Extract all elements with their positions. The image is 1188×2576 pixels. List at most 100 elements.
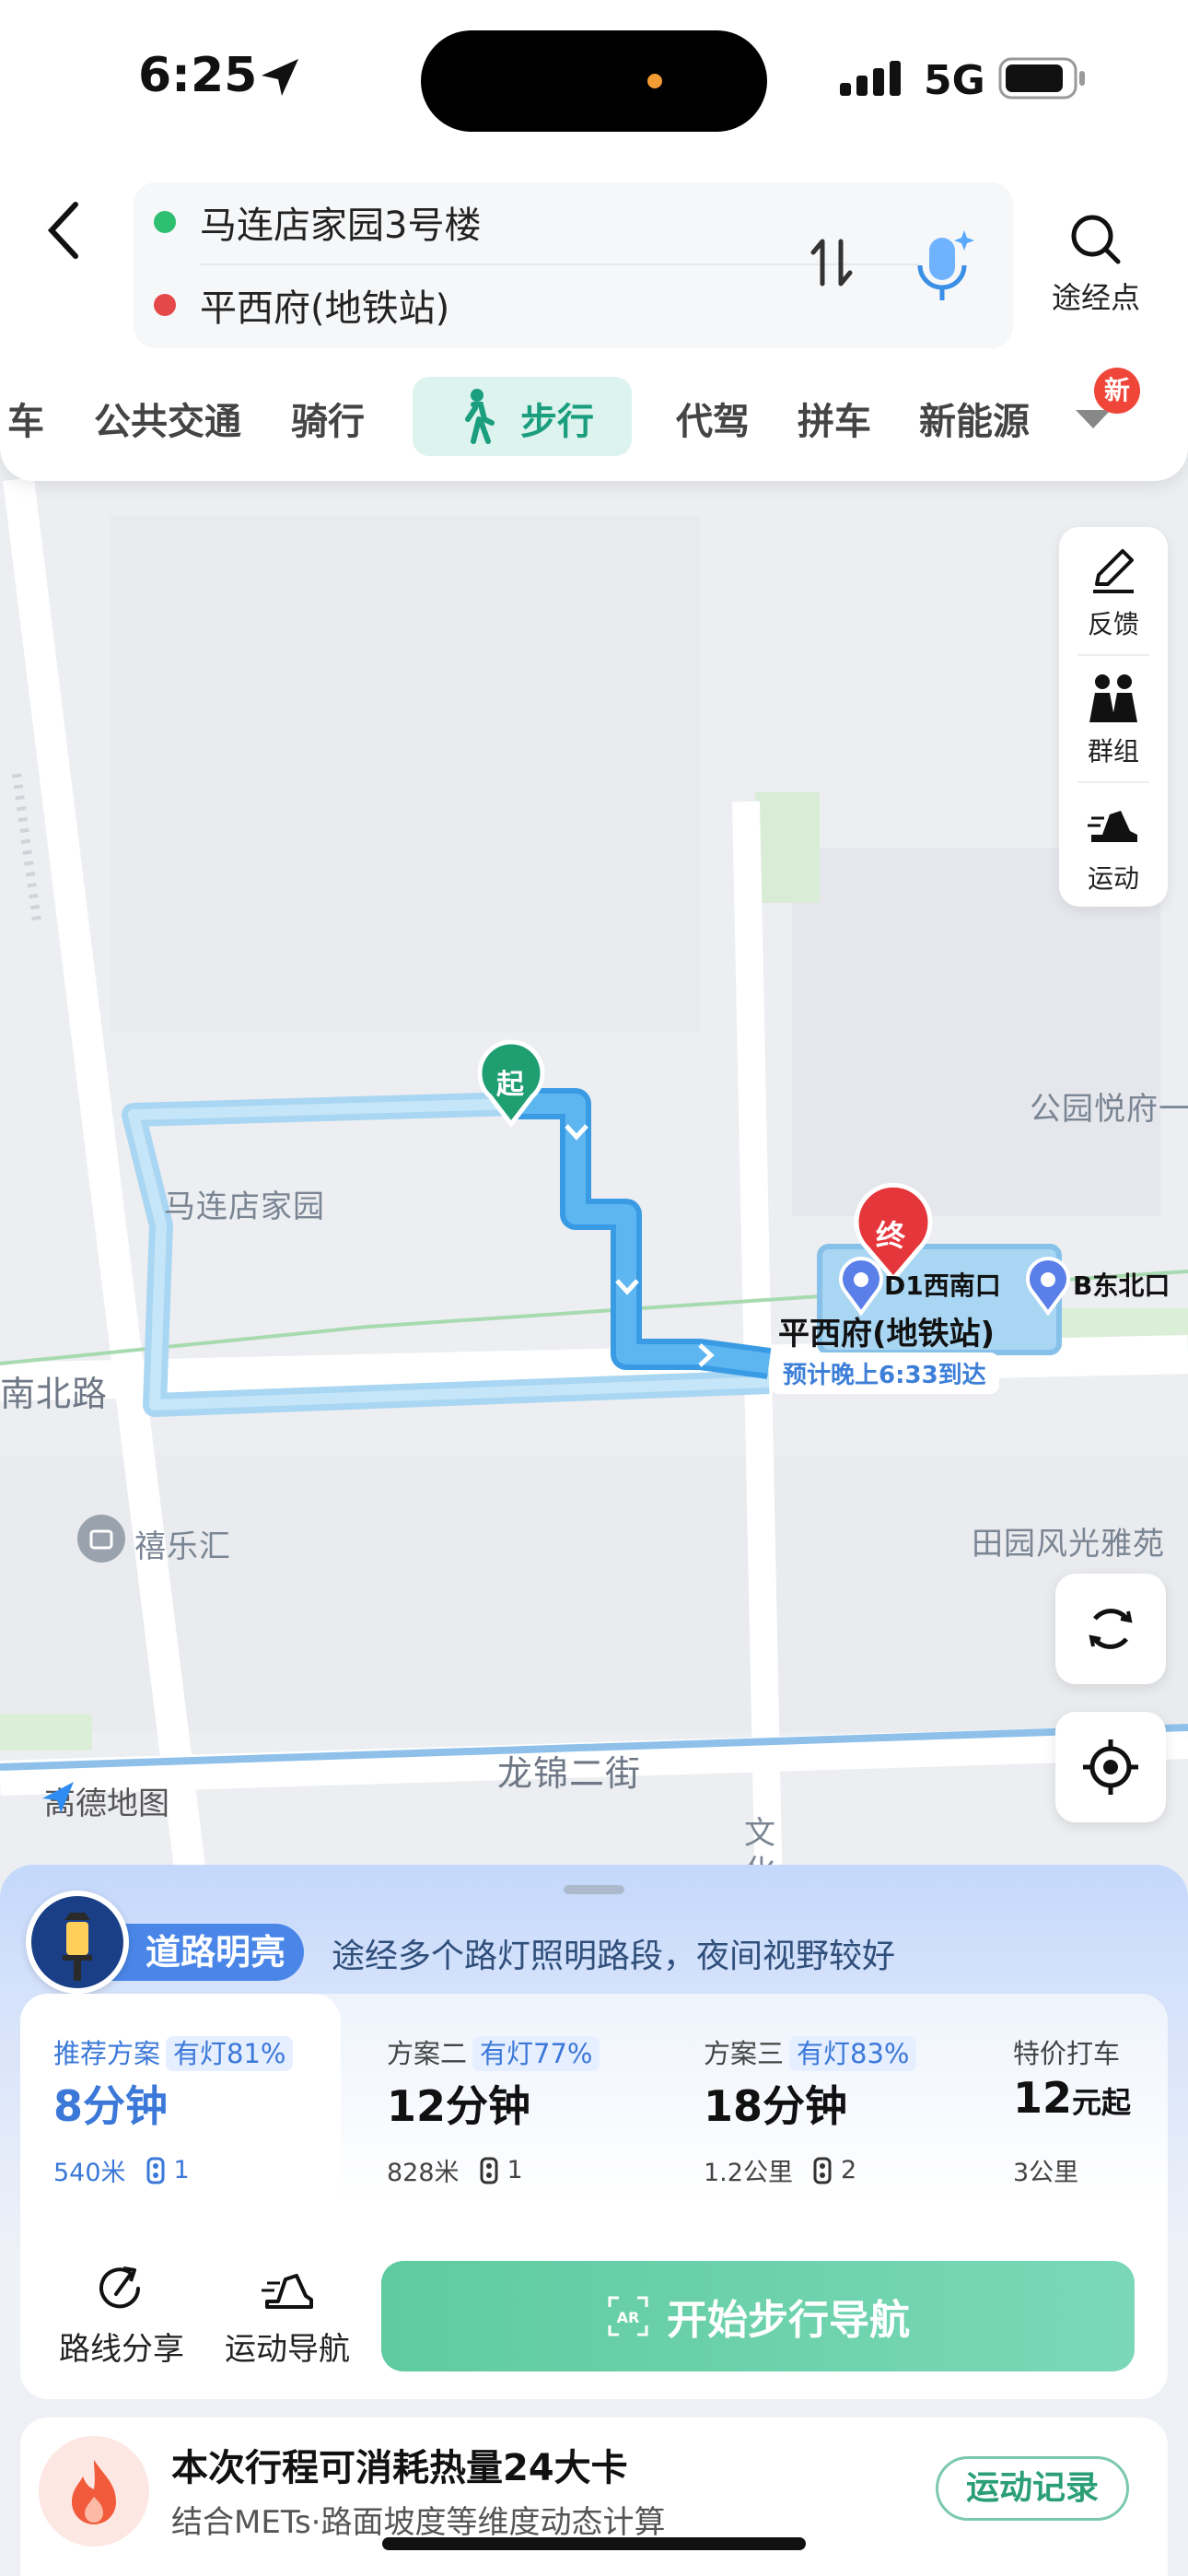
plan-crossings: 1 [173,2156,190,2184]
share-icon [99,2266,140,2309]
flame-icon [39,2436,149,2547]
plan-light-tag: 有灯81% [166,2036,294,2071]
back-button[interactable] [37,193,92,267]
destination-field[interactable]: 平西府(地铁站) [134,265,797,345]
search-icon [1071,215,1121,264]
station-name: 平西府(地铁站) [778,1316,996,1352]
route-sheet: 道路明亮 途经多个路灯照明路段，夜间视野较好 推荐方案 有灯81% 8分钟 540… [0,1865,1188,2576]
plan-duration-unit: 分钟 [763,2081,848,2131]
calorie-subtitle: 结合METs·路面坡度等维度动态计算 [171,2504,666,2541]
home-indicator [382,2537,806,2550]
feedback-label: 反馈 [1087,609,1139,639]
exercise-record-button[interactable]: 运动记录 [936,2456,1129,2521]
network-type: 5G [924,57,985,104]
refresh-icon [1089,1609,1133,1649]
plan-duration-num: 18 [704,2081,763,2131]
travel-mode-tabs: 车 公共交通 骑行 步行 代驾 拼车 新能源 新 [0,368,1188,465]
sheet-handle[interactable] [564,1885,624,1894]
destination-text: 平西府(地铁站) [200,287,450,330]
route-plans-card: 推荐方案 有灯81% 8分钟 540米 1 方案二 有灯77% 12分钟 828… [20,1994,1168,2399]
taxi-price-num: 12 [1013,2073,1073,2123]
route-inputs: 马连店家园3号楼 平西府(地铁站) [134,182,1013,348]
tab-carpool[interactable]: 拼车 [798,392,871,445]
map-label-garden: 田园风光雅苑 [972,1526,1165,1563]
street-lamp-icon [26,1891,129,1994]
chevron-left-icon [47,202,78,259]
plan-name: 方案二 [387,2038,468,2069]
calorie-title: 本次行程可消耗热量24大卡 [171,2447,628,2489]
plan-taxi[interactable]: 特价打车 12元起 3公里 [1013,1994,1160,2215]
map-label-road: 南北路 [0,1374,109,1414]
group-button[interactable]: 群组 [1059,654,1168,781]
status-bar: 6:25 5G [0,0,1188,157]
plan-two[interactable]: 方案二 有灯77% 12分钟 828米 1 [387,1994,691,2215]
start-marker-label: 起 [496,1069,524,1101]
group-label: 群组 [1087,736,1139,767]
share-route-button[interactable]: 路线分享 [48,2261,195,2369]
svg-text:AR: AR [617,2309,640,2326]
walking-icon [465,389,495,444]
sport-label: 运动 [1087,863,1139,894]
waypoint-button[interactable]: 途经点 [1041,212,1151,317]
signal-icon [840,61,901,96]
waypoint-label: 途经点 [1051,280,1140,315]
pencil-icon [1093,549,1134,593]
eta-label: 预计晚上6:33到达 [770,1352,999,1394]
map-label-street: 龙锦二街 [497,1753,642,1794]
swap-button[interactable] [804,230,859,295]
map-tools: 反馈 群组 运动 [1059,527,1168,907]
voice-button[interactable] [907,221,981,313]
tab-new-energy[interactable]: 新能源 [919,392,1030,445]
tab-transit[interactable]: 公共交通 [94,392,241,445]
exit-b-label: B东北口 [1073,1270,1171,1301]
plan-recommended[interactable]: 推荐方案 有灯81% 8分钟 540米 1 [20,1994,341,2215]
amap-logo: 高德地图 [39,1778,169,1823]
map-label-park-estate: 公园悦府一 [1030,1091,1188,1128]
locate-button[interactable] [1055,1712,1166,1822]
plan-name: 特价打车 [1013,2038,1121,2069]
sport-navigation-button[interactable]: 运动导航 [214,2261,361,2369]
plan-distance: 1.2公里 [704,2159,793,2187]
plan-distance: 828米 [387,2159,460,2187]
plan-crossings: 1 [507,2156,523,2184]
share-route-label: 路线分享 [59,2331,184,2368]
origin-field[interactable]: 马连店家园3号楼 [134,182,797,262]
tab-designated-driver[interactable]: 代驾 [676,392,750,445]
traffic-light-icon [813,2157,832,2184]
traffic-light-icon [480,2157,498,2184]
destination-dot [154,294,176,316]
refresh-route-button[interactable] [1055,1574,1166,1684]
sport-navigation-label: 运动导航 [225,2331,350,2368]
tab-car[interactable]: 车 [7,392,44,445]
locate-icon [1083,1739,1138,1795]
plan-duration-num: 12 [387,2081,447,2131]
plan-distance: 540米 [53,2159,126,2187]
plan-duration-unit: 分钟 [83,2081,169,2131]
swap-icon [810,239,853,287]
feedback-button[interactable]: 反馈 [1059,527,1168,654]
location-arrow-icon [262,59,298,96]
amap-logo-icon [42,1782,74,1813]
tab-cycling[interactable]: 骑行 [291,392,365,445]
microphone-icon [917,230,974,300]
plan-light-tag: 有灯77% [472,2036,600,2071]
map-label-community: 马连店家园 [164,1188,325,1225]
bright-road-badge: 道路明亮 [109,1924,305,1981]
origin-text: 马连店家园3号楼 [200,205,482,247]
plan-duration-num: 8 [53,2081,84,2131]
map-label-mall: 禧乐汇 [134,1528,231,1565]
sport-button[interactable]: 运动 [1059,781,1168,908]
plan-distance: 3公里 [1013,2159,1079,2187]
start-walking-navigation-button[interactable]: AR 开始步行导航 [381,2261,1135,2371]
mall-icon [77,1515,125,1563]
plan-three[interactable]: 方案三 有灯83% 18分钟 1.2公里 2 [704,1994,1007,2215]
status-time: 6:25 [138,48,258,103]
ar-icon: AR [608,2296,648,2336]
plan-name: 方案三 [704,2038,785,2069]
tab-walking-label: 步行 [520,401,594,443]
privacy-indicator [647,74,662,88]
tab-walking[interactable]: 步行 [413,377,632,456]
plan-duration-unit: 分钟 [446,2081,531,2131]
taxi-price-unit: 元起 [1072,2085,1132,2120]
plan-name: 推荐方案 [53,2038,161,2069]
